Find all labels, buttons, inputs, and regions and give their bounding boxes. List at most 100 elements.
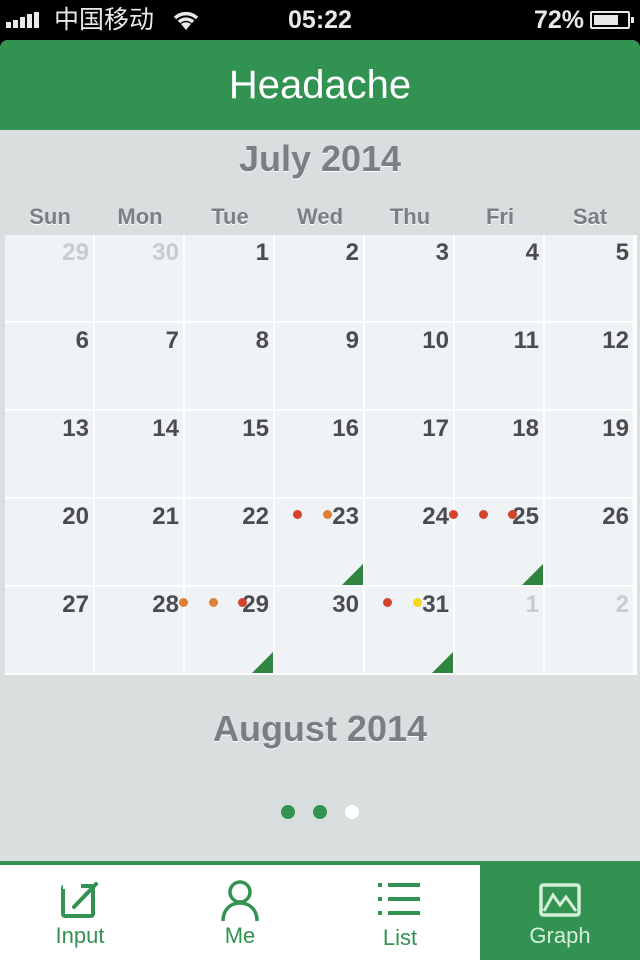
severity-dot xyxy=(179,598,188,607)
page-dot[interactable] xyxy=(345,805,359,819)
calendar-day-cell[interactable]: 26 xyxy=(545,499,633,585)
month-title-current: July 2014 xyxy=(238,138,402,179)
weekday-label: Thu xyxy=(389,204,431,229)
day-number: 2 xyxy=(345,239,359,266)
calendar-day-cell[interactable]: 12 xyxy=(545,323,633,409)
tab-label: Graph xyxy=(529,923,591,948)
day-number: 16 xyxy=(332,415,359,442)
battery-icon xyxy=(590,11,634,29)
edit-icon xyxy=(58,879,102,923)
day-number: 1 xyxy=(255,239,269,266)
calendar-day-cell[interactable]: 28 xyxy=(95,587,183,673)
nav-bar: Headache xyxy=(0,40,640,130)
day-number: 9 xyxy=(345,327,359,354)
day-number: 29 xyxy=(62,239,89,266)
calendar-day-cell[interactable]: 22 xyxy=(185,499,273,585)
day-number: 5 xyxy=(615,239,629,266)
calendar-day-cell[interactable]: 5 xyxy=(545,235,633,321)
day-number: 6 xyxy=(75,327,89,354)
calendar-day-cell[interactable]: 18 xyxy=(455,411,543,497)
page-indicator[interactable] xyxy=(0,805,640,819)
calendar-day-cell[interactable]: 2 xyxy=(275,235,363,321)
day-number: 15 xyxy=(242,415,269,442)
calendar-day-cell[interactable]: 13 xyxy=(5,411,93,497)
calendar-day-cell[interactable]: 16 xyxy=(275,411,363,497)
calendar-day-cell[interactable]: 11 xyxy=(455,323,543,409)
calendar-day-cell[interactable]: 7 xyxy=(95,323,183,409)
day-number: 31 xyxy=(422,591,449,618)
day-number: 12 xyxy=(602,327,629,354)
calendar-day-cell[interactable]: 27 xyxy=(5,587,93,673)
entry-marker-icon xyxy=(252,652,273,673)
calendar-day-cell[interactable]: 17 xyxy=(365,411,453,497)
calendar-day-cell[interactable]: 30 xyxy=(95,235,183,321)
day-number: 29 xyxy=(242,591,269,618)
calendar-day-cell[interactable]: 9 xyxy=(275,323,363,409)
calendar-day-cell[interactable]: 1 xyxy=(185,235,273,321)
calendar-day-cell[interactable]: 6 xyxy=(5,323,93,409)
calendar-day-cell[interactable]: 8 xyxy=(185,323,273,409)
severity-dot xyxy=(323,510,332,519)
page-dot[interactable] xyxy=(313,805,327,819)
calendar-day-cell[interactable]: 21 xyxy=(95,499,183,585)
day-number: 7 xyxy=(165,327,179,354)
day-number: 24 xyxy=(422,503,449,530)
calendar-day-cell[interactable]: 24 xyxy=(365,499,453,585)
calendar-day-cell[interactable]: 29 xyxy=(5,235,93,321)
weekday-label: Fri xyxy=(485,204,515,229)
day-number: 17 xyxy=(422,415,449,442)
calendar-day-cell[interactable]: 31 xyxy=(365,587,453,673)
severity-dot xyxy=(479,510,488,519)
calendar-day-cell[interactable]: 1 xyxy=(455,587,543,673)
list-icon xyxy=(378,879,422,923)
calendar-day-cell[interactable]: 30 xyxy=(275,587,363,673)
day-number: 2 xyxy=(615,591,629,618)
entry-marker-icon xyxy=(432,652,453,673)
calendar-day-cell[interactable]: 2 xyxy=(545,587,633,673)
calendar-day-cell[interactable]: 3 xyxy=(365,235,453,321)
calendar-day-cell[interactable]: 19 xyxy=(545,411,633,497)
day-number: 19 xyxy=(602,415,629,442)
calendar-day-cell[interactable]: 25 xyxy=(455,499,543,585)
day-number: 22 xyxy=(242,503,269,530)
day-number: 28 xyxy=(152,591,179,618)
calendar-day-cell[interactable]: 15 xyxy=(185,411,273,497)
day-number: 3 xyxy=(435,239,449,266)
weekday-label: Sun xyxy=(29,204,71,229)
calendar-day-cell[interactable]: 14 xyxy=(95,411,183,497)
weekday-label: Sat xyxy=(572,204,608,229)
battery-percent: 72% xyxy=(533,6,584,34)
person-icon xyxy=(218,879,262,923)
month-title-next[interactable]: August 2014 xyxy=(0,708,640,750)
entry-marker-icon xyxy=(342,564,363,585)
calendar-day-cell[interactable]: 4 xyxy=(455,235,543,321)
entry-marker-icon xyxy=(522,564,543,585)
severity-dot xyxy=(238,598,247,607)
day-number: 27 xyxy=(62,591,89,618)
severity-dot xyxy=(383,598,392,607)
severity-dot xyxy=(209,598,218,607)
weekday-label: Tue xyxy=(211,204,249,229)
day-number: 25 xyxy=(512,503,539,530)
tab-me[interactable]: Me xyxy=(160,865,320,960)
tab-list[interactable]: List xyxy=(320,865,480,960)
day-number: 20 xyxy=(62,503,89,530)
weekday-label: Mon xyxy=(117,204,163,229)
page-title: Headache xyxy=(228,63,412,107)
day-number: 10 xyxy=(422,327,449,354)
graph-icon xyxy=(538,879,582,923)
calendar-day-cell[interactable]: 29 xyxy=(185,587,273,673)
calendar-day-cell[interactable]: 23 xyxy=(275,499,363,585)
day-number: 30 xyxy=(332,591,359,618)
calendar-day-cell[interactable]: 10 xyxy=(365,323,453,409)
severity-dot xyxy=(449,510,458,519)
day-number: 4 xyxy=(525,239,539,266)
tab-label: Me xyxy=(224,923,256,948)
tab-label: List xyxy=(382,925,418,950)
tab-input[interactable]: Input xyxy=(0,865,160,960)
tab-label: Input xyxy=(55,923,105,948)
day-number: 14 xyxy=(152,415,179,442)
tab-graph[interactable]: Graph xyxy=(480,865,640,960)
page-dot[interactable] xyxy=(281,805,295,819)
calendar-day-cell[interactable]: 20 xyxy=(5,499,93,585)
